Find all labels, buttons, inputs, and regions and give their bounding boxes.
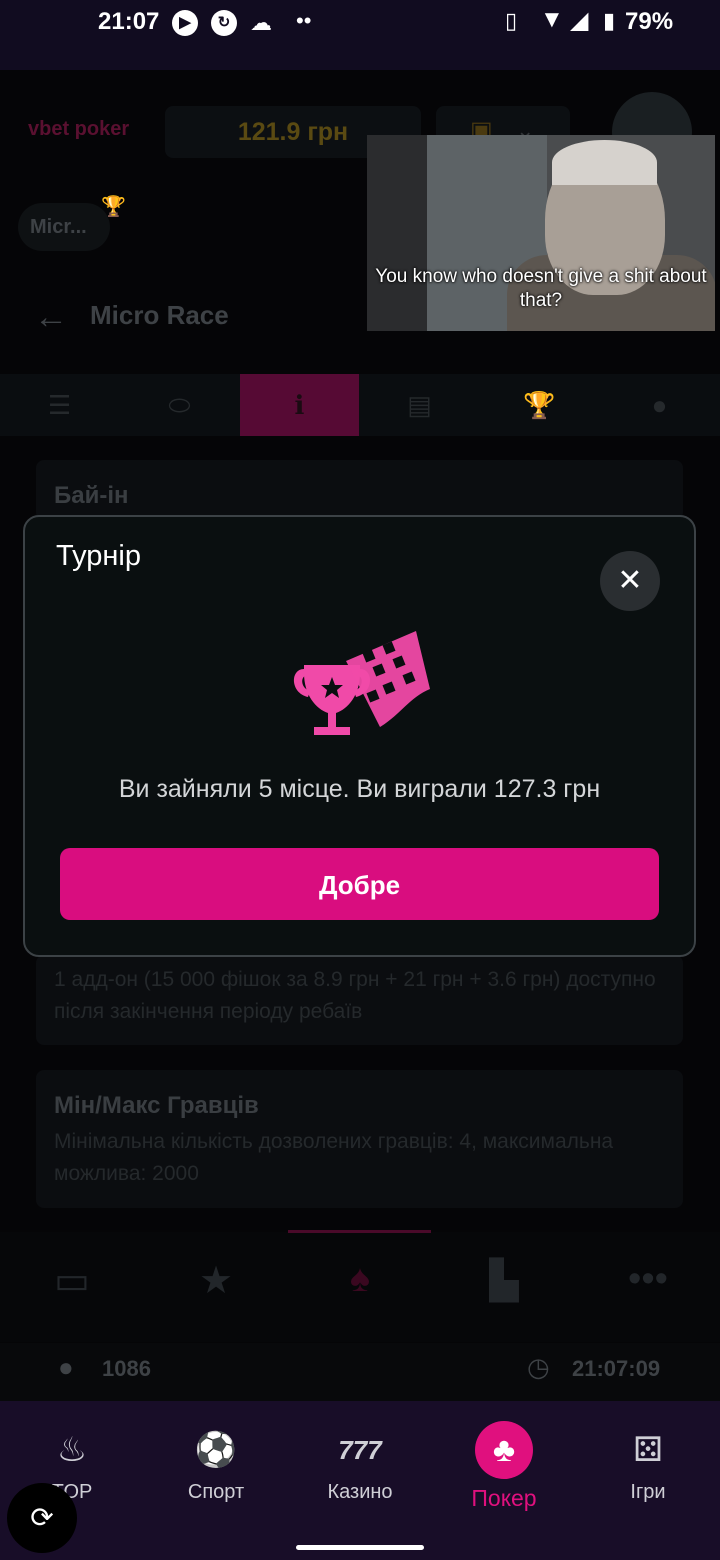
more-notifications-icon: •• (296, 8, 312, 33)
pip-video[interactable]: You know who doesn't give a shit about t… (367, 135, 715, 331)
buyin-title: Бай-ін (54, 482, 129, 509)
nav-poker[interactable]: ♣ Покер (432, 1421, 576, 1512)
nav-games[interactable]: ⚄ Ігри (576, 1425, 720, 1504)
tournament-chip[interactable]: Micr... (18, 203, 110, 251)
players-limit-title: Мін/Макс Гравців (54, 1092, 259, 1119)
close-icon[interactable]: ✕ (600, 551, 660, 611)
status-time: 21:07 (98, 8, 160, 35)
active-tab-indicator (288, 1230, 431, 1233)
spade-tab-icon[interactable]: ♠ (330, 1258, 390, 1308)
wallet-tab-icon[interactable]: ▭ (42, 1258, 102, 1308)
trophy-icon: 🏆 (101, 196, 126, 218)
signal-icon: ◢ (570, 7, 589, 34)
server-clock: 21:07:09 (572, 1356, 661, 1381)
battery-icon: ▮ (603, 8, 616, 33)
players-limit-text: Мінімальна кількість дозволених гравців:… (54, 1130, 614, 1185)
tab-table[interactable]: ⬭ (120, 374, 239, 436)
app-logo[interactable]: vbet poker (28, 118, 129, 141)
tab-list[interactable]: ☰ (0, 374, 119, 436)
flame-icon: ♨ (56, 1431, 88, 1469)
dice-icon: ⚄ (633, 1431, 663, 1469)
nav-sport-label: Спорт (187, 1481, 245, 1503)
video-caption: You know who doesn't give a shit about t… (375, 266, 707, 311)
video-figure-hair (552, 140, 657, 185)
dialog-title: Турнір (56, 540, 141, 572)
sync-icon: ↻ (211, 10, 237, 36)
nav-sport[interactable]: ⚽ Спорт (144, 1425, 288, 1504)
wifi-icon: ▼ (540, 6, 564, 33)
tab-info[interactable]: ℹ (240, 374, 359, 436)
soccer-ball-icon: ⚽ (194, 1431, 238, 1469)
slots-777-icon: 777 (338, 1435, 382, 1465)
nav-casino-label: Казино (327, 1481, 393, 1503)
rotate-screen-icon[interactable]: ⟳ (7, 1483, 77, 1553)
dialog-message: Ви зайняли 5 місце. Ви виграли 127.3 грн (118, 775, 601, 803)
addon-text: 1 адд-он (15 000 фішок за 8.9 грн + 21 г… (54, 968, 656, 1023)
more-tab-icon[interactable]: ••• (618, 1258, 678, 1308)
tab-prizes[interactable]: 🏆 (480, 374, 599, 436)
clock-icon: ◷ (527, 1352, 550, 1382)
cloud-icon: ☁ (250, 10, 272, 35)
tab-players[interactable]: ● (600, 374, 719, 436)
home-gesture-bar[interactable] (296, 1545, 424, 1550)
tab-blinds[interactable]: ▤ (360, 374, 479, 436)
players-limit-card: Мін/Макс Гравців Мінімальна кількість до… (36, 1070, 683, 1208)
battery-percent: 79% (625, 8, 674, 35)
ok-button[interactable]: Добре (60, 848, 659, 920)
club-icon: ♣ (475, 1421, 533, 1479)
trophy-flag-icon (293, 631, 430, 735)
addon-card: 1 адд-он (15 000 фішок за 8.9 грн + 21 г… (36, 955, 683, 1045)
page-title: Micro Race (90, 300, 229, 330)
nav-casino[interactable]: 777 Казино (288, 1425, 432, 1504)
user-icon: ● (58, 1352, 74, 1382)
nav-games-label: Ігри (630, 1481, 666, 1503)
online-players: 1086 (102, 1356, 151, 1381)
vibrate-icon: ▯ (505, 8, 518, 33)
buyin-card: Бай-ін (36, 460, 683, 520)
play-store-icon: ▶ (172, 10, 198, 36)
star-tab-icon[interactable]: ★ (186, 1258, 246, 1308)
leaderboard-tab-icon[interactable]: ▙ (474, 1258, 534, 1308)
back-arrow-icon[interactable]: ← (34, 298, 68, 337)
nav-poker-label: Покер (471, 1485, 537, 1511)
